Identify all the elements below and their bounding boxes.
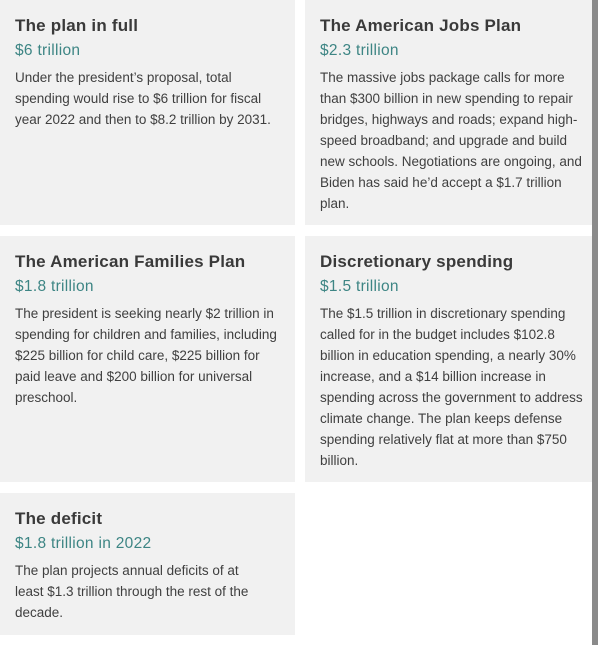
card-amount: $1.8 trillion in 2022 bbox=[15, 535, 152, 552]
card-title: The plan in full bbox=[15, 16, 139, 35]
card-body: The $1.5 trillion in discretionary spend… bbox=[320, 306, 583, 468]
card-title: The deficit bbox=[15, 509, 103, 528]
card-amount: $2.3 trillion bbox=[320, 42, 399, 59]
card-american-jobs-plan: The American Jobs Plan $2.3 trillion The… bbox=[305, 0, 592, 225]
card-body: The president is seeking nearly $2 trill… bbox=[15, 306, 277, 405]
card-title: Discretionary spending bbox=[320, 252, 514, 271]
card-title: The American Jobs Plan bbox=[320, 16, 522, 35]
card-body: Under the president’s proposal, total sp… bbox=[15, 70, 271, 127]
card-american-families-plan: The American Families Plan $1.8 trillion… bbox=[0, 236, 295, 482]
card-body: The massive jobs package calls for more … bbox=[320, 70, 582, 211]
card-plan-in-full: The plan in full $6 trillion Under the p… bbox=[0, 0, 295, 225]
card-amount: $1.5 trillion bbox=[320, 278, 399, 295]
card-body: The plan projects annual deficits of at … bbox=[15, 563, 249, 620]
card-discretionary-spending: Discretionary spending $1.5 trillion The… bbox=[305, 236, 592, 482]
right-edge-rule bbox=[592, 0, 598, 645]
card-title: The American Families Plan bbox=[15, 252, 246, 271]
card-deficit: The deficit $1.8 trillion in 2022 The pl… bbox=[0, 493, 295, 635]
card-amount: $6 trillion bbox=[15, 42, 81, 59]
card-amount: $1.8 trillion bbox=[15, 278, 94, 295]
